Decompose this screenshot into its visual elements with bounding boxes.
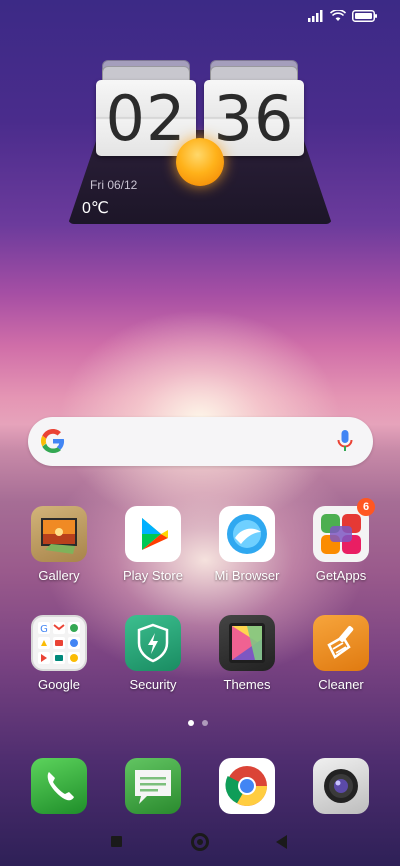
getapps-icon: 6 [313, 498, 375, 562]
dock-messages[interactable] [108, 758, 198, 814]
app-mi-browser[interactable]: Mi Browser [202, 506, 292, 583]
clock-minute: 36 [204, 80, 304, 156]
app-label: Cleaner [318, 677, 364, 692]
themes-icon [219, 615, 275, 671]
app-security[interactable]: Security [108, 615, 198, 692]
google-folder-icon: G [31, 615, 87, 671]
page-dot [202, 720, 208, 726]
dock-phone[interactable] [14, 758, 104, 814]
app-label: Security [129, 677, 177, 692]
back-button[interactable] [276, 835, 287, 849]
wifi-icon [330, 10, 346, 21]
signal-icon [308, 10, 323, 22]
dock-camera[interactable] [296, 758, 386, 814]
app-getapps[interactable]: 6 GetApps [296, 498, 386, 583]
messages-icon [125, 758, 181, 814]
page-dot-active [188, 720, 194, 726]
app-google-folder[interactable]: G Google [14, 615, 104, 692]
microphone-icon[interactable] [337, 429, 353, 453]
app-label: Google [38, 677, 80, 692]
app-label: GetApps [315, 568, 367, 583]
app-label: Themes [223, 677, 271, 692]
camera-icon [313, 758, 369, 814]
google-search-bar[interactable] [28, 417, 373, 466]
mi-browser-icon [219, 506, 275, 562]
dock-chrome[interactable] [202, 758, 292, 814]
weather-date: Fri 06/12 [90, 178, 138, 192]
navigation-bar [0, 828, 400, 856]
battery-icon [352, 10, 377, 22]
security-icon [125, 615, 181, 671]
home-button[interactable] [191, 833, 209, 851]
clock-weather-widget[interactable]: 02 36 Fri 06/12 0℃ [68, 60, 332, 228]
app-label: Gallery [38, 568, 80, 583]
cleaner-icon [313, 615, 369, 671]
notification-badge: 6 [357, 498, 375, 516]
svg-text:G: G [40, 624, 48, 635]
minute-flip-card: 36 [204, 60, 304, 156]
gallery-icon [31, 506, 87, 562]
google-g-icon [41, 429, 65, 453]
recents-button[interactable] [111, 836, 122, 847]
phone-icon [31, 758, 87, 814]
weather-temperature: 0℃ [82, 200, 109, 217]
app-label: Play Store [123, 568, 183, 583]
clock-hour: 02 [96, 80, 196, 156]
app-play-store[interactable]: Play Store [108, 506, 198, 583]
app-cleaner[interactable]: Cleaner [296, 615, 386, 692]
sun-icon [176, 138, 224, 186]
hour-flip-card: 02 [96, 60, 196, 156]
play-store-icon [125, 506, 181, 562]
chrome-icon [219, 758, 275, 814]
app-label: Mi Browser [214, 568, 280, 583]
page-indicator [188, 720, 208, 726]
app-gallery[interactable]: Gallery [14, 506, 104, 583]
app-themes[interactable]: Themes [202, 615, 292, 692]
status-bar [308, 10, 378, 22]
